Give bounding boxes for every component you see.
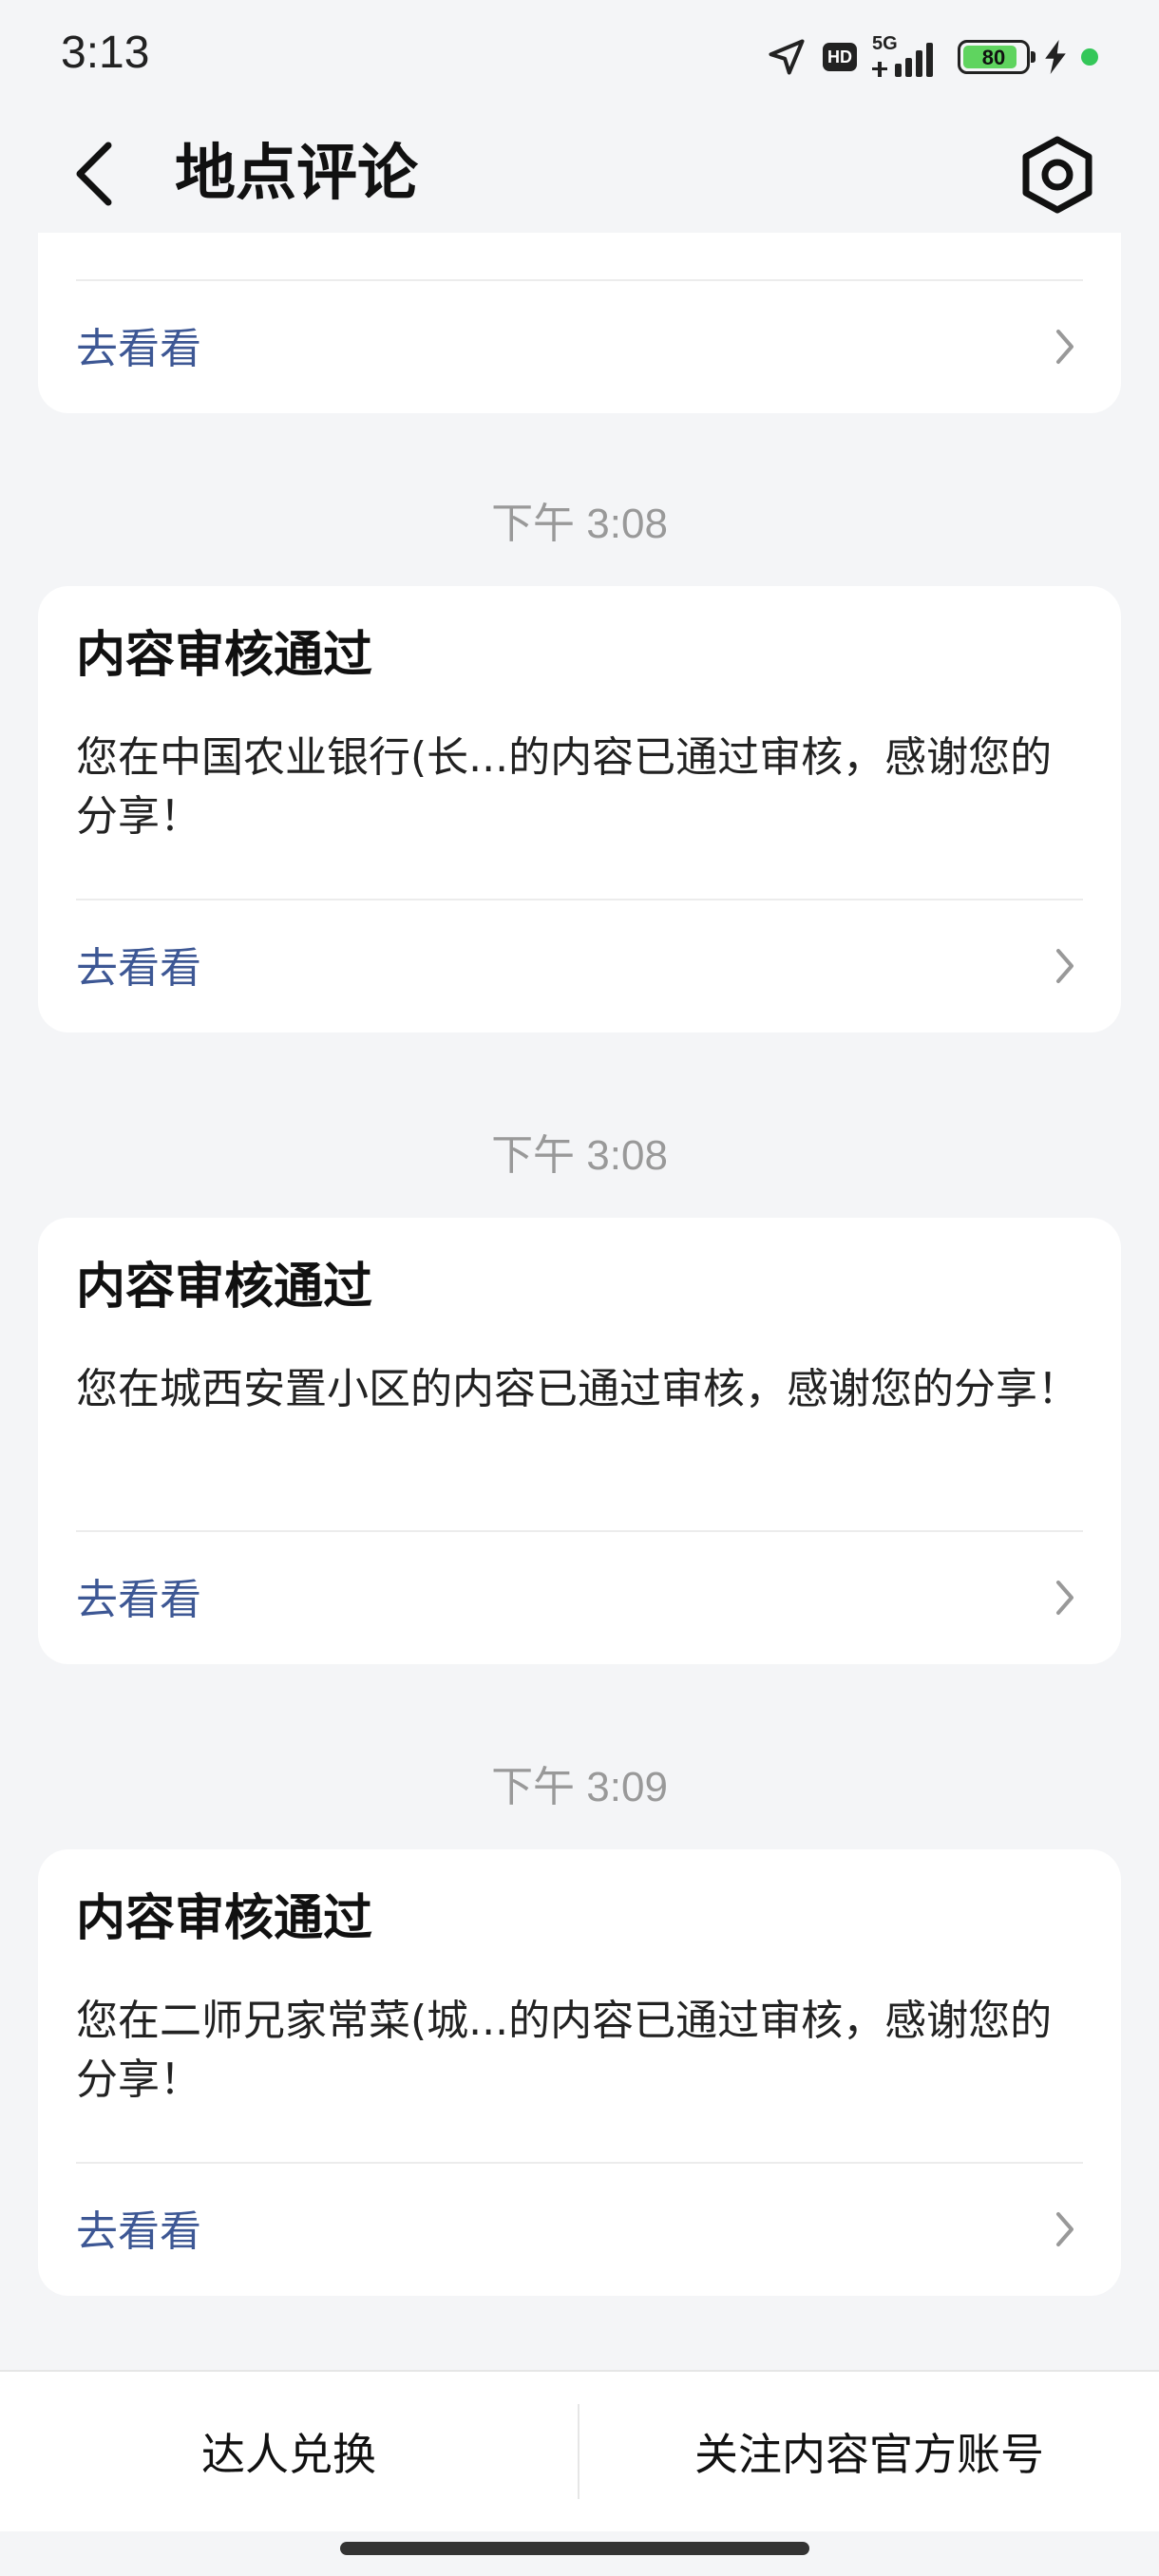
card-body: 您在二师兄家常菜(城...的内容已通过审核，感谢您的分享！ bbox=[76, 1997, 1053, 2104]
card-title: 内容审核通过 bbox=[76, 1259, 373, 1316]
battery-icon: 80 bbox=[958, 40, 1036, 74]
card-body: 您在城西安置小区的内容已通过审核，感谢您的分享！ bbox=[76, 1365, 1079, 1413]
message-card: 内容审核通过 您在二师兄家常菜(城...的内容已通过审核，感谢您的分享！ 去看看 bbox=[38, 1849, 1121, 2296]
status-bar: 3:13 HD 5G 80 bbox=[0, 0, 1159, 109]
charging-bolt-icon bbox=[1045, 40, 1066, 74]
card-title: 内容审核通过 bbox=[76, 1890, 373, 1947]
follow-official-account-button[interactable]: 关注内容官方账号 bbox=[580, 2372, 1159, 2531]
message-card: 内容审核通过 您在城西安置小区的内容已通过审核，感谢您的分享！ 去看看 bbox=[38, 1218, 1121, 1664]
view-link-label: 去看看 bbox=[76, 944, 201, 993]
page-title: 地点评论 bbox=[175, 139, 418, 209]
view-link-label: 去看看 bbox=[76, 325, 201, 373]
green-dot-icon bbox=[1081, 48, 1098, 66]
view-link-label: 去看看 bbox=[76, 1576, 201, 1624]
location-arrow-icon bbox=[769, 39, 805, 75]
timestamp: 下午 3:09 bbox=[491, 1764, 668, 1810]
message-list[interactable]: 去看看 下午 3:08 内容审核通过 您在中国农业银行(长...的内容已通过审核… bbox=[0, 233, 1159, 2370]
view-link[interactable]: 去看看 bbox=[38, 900, 1121, 1032]
message-card-partial: 去看看 bbox=[38, 233, 1121, 413]
chevron-right-icon bbox=[1056, 1581, 1074, 1615]
chevron-right-icon bbox=[1056, 330, 1074, 364]
expert-redeem-button[interactable]: 达人兑换 bbox=[0, 2372, 578, 2531]
status-icons: HD 5G 80 bbox=[766, 28, 1098, 85]
hex-settings-icon[interactable] bbox=[1015, 132, 1100, 218]
view-link[interactable]: 去看看 bbox=[38, 280, 1121, 413]
bottom-action-bar: 达人兑换 关注内容官方账号 bbox=[0, 2370, 1159, 2531]
message-card: 内容审核通过 您在中国农业银行(长...的内容已通过审核，感谢您的分享！ 去看看 bbox=[38, 586, 1121, 1032]
card-title: 内容审核通过 bbox=[76, 627, 373, 684]
timestamp: 下午 3:08 bbox=[491, 501, 668, 547]
status-time: 3:13 bbox=[61, 28, 150, 78]
chevron-right-icon bbox=[1056, 949, 1074, 983]
card-body: 您在中国农业银行(长...的内容已通过审核，感谢您的分享！ bbox=[76, 733, 1053, 841]
signal-5g-icon: 5G bbox=[872, 33, 942, 79]
header: 地点评论 bbox=[0, 109, 1159, 233]
view-link-label: 去看看 bbox=[76, 2207, 201, 2256]
chevron-left-icon[interactable] bbox=[63, 136, 129, 212]
chevron-right-icon bbox=[1056, 2212, 1074, 2246]
home-indicator[interactable] bbox=[340, 2542, 809, 2555]
hd-icon: HD bbox=[823, 43, 857, 71]
view-link[interactable]: 去看看 bbox=[38, 2163, 1121, 2296]
view-link[interactable]: 去看看 bbox=[38, 1531, 1121, 1664]
timestamp: 下午 3:08 bbox=[491, 1132, 668, 1179]
